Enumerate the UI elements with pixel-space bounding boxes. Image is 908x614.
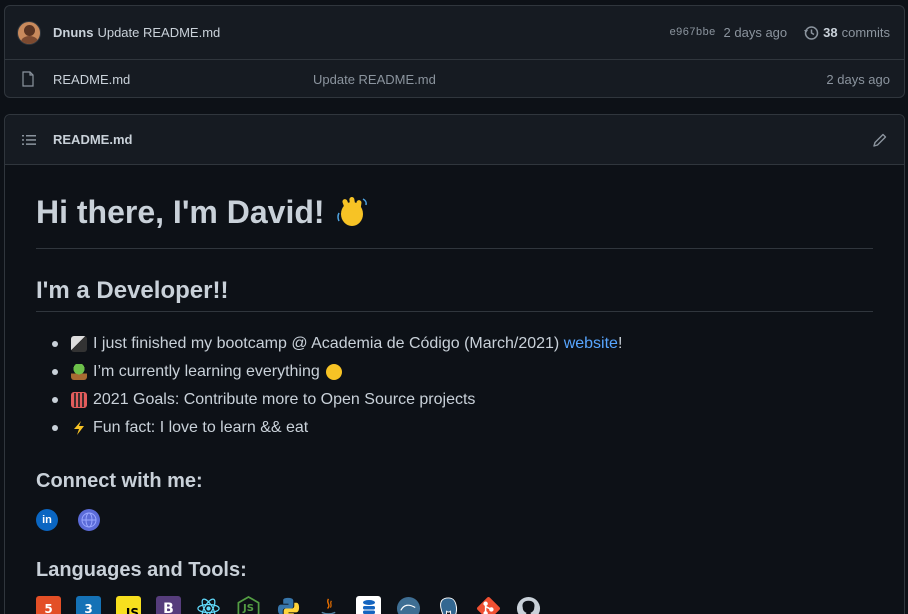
commit-message[interactable]: Update README.md <box>97 25 220 40</box>
readme-heading: Hi there, I'm David! <box>36 185 873 249</box>
author-avatar[interactable] <box>17 20 41 45</box>
file-row[interactable]: README.md Update README.md 2 days ago <box>5 60 904 98</box>
learning-text: I’m currently learning everything <box>93 363 320 380</box>
file-icon <box>22 71 34 87</box>
exclamation-text: ! <box>617 335 623 352</box>
css3-icon[interactable]: 3 <box>76 596 101 614</box>
commit-sha[interactable]: e967bbe <box>669 27 715 39</box>
commits-label: commits <box>841 25 890 40</box>
python-icon[interactable] <box>276 596 301 614</box>
nodejs-icon[interactable]: JS <box>236 596 261 614</box>
latest-commit-panel: Dnuns Update README.md e967bbe 2 days ag… <box>4 5 905 98</box>
javascript-icon[interactable]: JS <box>116 596 141 614</box>
readme-title: README.md <box>53 132 133 147</box>
rofl-emoji-icon <box>326 364 343 380</box>
globe-icon[interactable] <box>78 509 100 531</box>
list-item: I just finished my bootcamp @ Academia d… <box>52 330 873 358</box>
tools-row: 5 3 JS B JS <box>36 596 873 614</box>
seedling-icon <box>71 364 87 380</box>
telescope-icon <box>71 336 87 352</box>
linkedin-icon[interactable]: in <box>36 509 58 531</box>
history-icon <box>804 25 819 40</box>
list-item: 2021 Goals: Contribute more to Open Sour… <box>52 386 873 414</box>
about-list: I just finished my bootcamp @ Academia d… <box>36 330 873 442</box>
file-commit-message[interactable]: Update README.md <box>313 72 436 87</box>
list-item: Fun fact: I love to learn && eat <box>52 414 873 442</box>
readme-panel: README.md Hi there, I'm David! I'm a Dev… <box>4 114 905 614</box>
mysql-icon[interactable] <box>396 596 421 614</box>
social-links: in <box>36 509 873 531</box>
connect-heading: Connect with me: <box>36 470 203 492</box>
nodejs-label: JS <box>243 603 254 614</box>
java-icon[interactable] <box>316 596 341 614</box>
languages-heading: Languages and Tools: <box>36 559 247 581</box>
commit-count: 38 <box>823 25 838 40</box>
goals-text: 2021 Goals: Contribute more to Open Sour… <box>93 391 476 408</box>
heading-text: Hi there, I'm David! <box>36 193 325 230</box>
git-icon[interactable] <box>476 596 501 614</box>
github-icon[interactable] <box>516 596 541 614</box>
file-name[interactable]: README.md <box>53 72 313 87</box>
readme-content: Hi there, I'm David! I'm a Developer!! I… <box>5 165 904 614</box>
goal-net-icon <box>71 392 87 408</box>
commit-row: Dnuns Update README.md e967bbe 2 days ag… <box>5 6 904 60</box>
postgresql-icon[interactable] <box>436 596 461 614</box>
readme-header: README.md <box>5 115 904 165</box>
pencil-icon[interactable] <box>872 132 888 148</box>
subheading: I'm a Developer!! <box>36 277 873 312</box>
website-link[interactable]: website <box>564 330 618 358</box>
react-icon[interactable] <box>196 596 221 614</box>
database-icon[interactable] <box>356 596 381 614</box>
waving-hand-icon <box>336 196 367 226</box>
html5-icon[interactable]: 5 <box>36 596 61 614</box>
commit-history-link[interactable]: 38 commits <box>803 25 890 41</box>
list-icon[interactable] <box>21 132 37 148</box>
commit-author[interactable]: Dnuns <box>53 25 93 40</box>
commit-time[interactable]: 2 days ago <box>724 25 788 40</box>
bootcamp-text: I just finished my bootcamp @ Academia d… <box>93 335 560 352</box>
bootstrap-icon[interactable]: B <box>156 596 181 614</box>
file-commit-time: 2 days ago <box>826 71 890 87</box>
lightning-icon <box>74 421 84 435</box>
fun-fact-text: Fun fact: I love to learn && eat <box>93 419 309 436</box>
list-item: I’m currently learning everything <box>52 358 873 386</box>
